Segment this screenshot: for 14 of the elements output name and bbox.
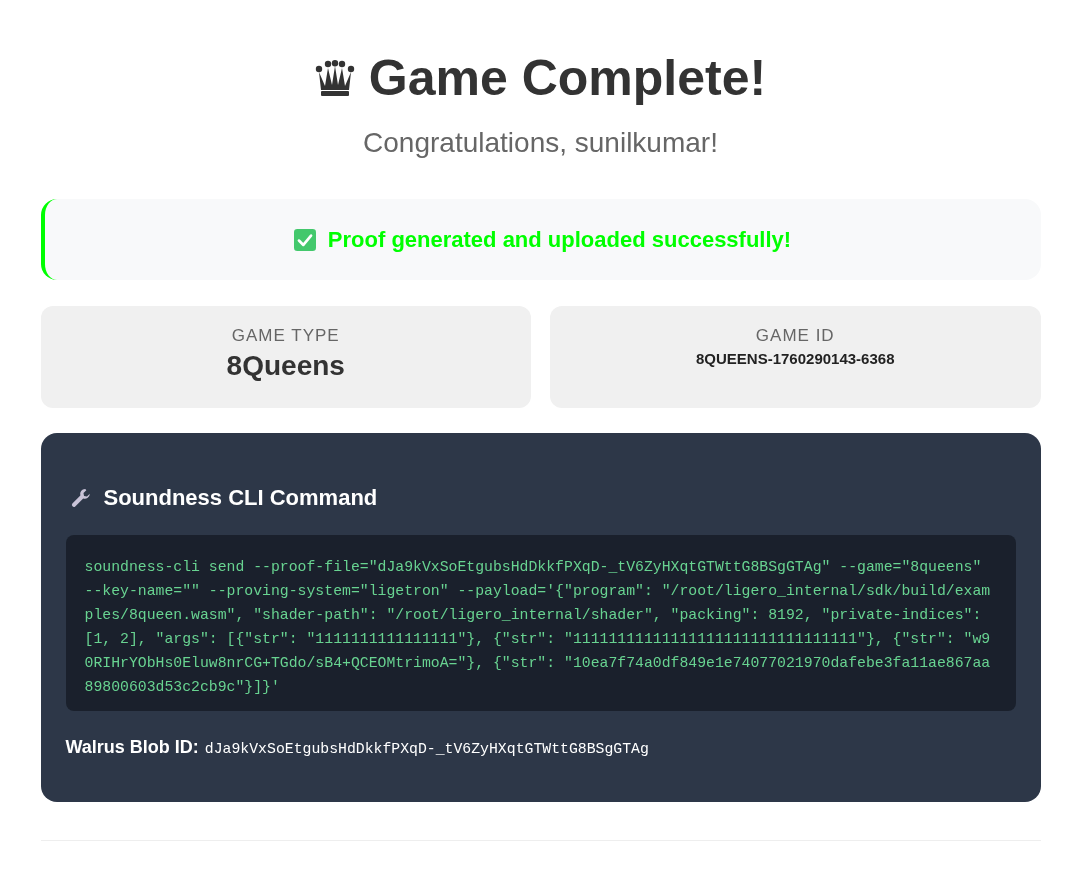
page-title: Game Complete! [368,49,767,107]
checkbox-icon [293,228,316,251]
status-message: Proof generated and uploaded successfully! [327,226,792,254]
wrench-icon [69,487,92,509]
command-code-block: soundness-cli send --proof-file="dJa9kVxSoEtgubsHdDkkfPXqD-_tV6ZyHXqtGTWttG8BSgGTAg" --game="8queens" --key-name="" --proving-system="ligetron" --payload='{"program": "/root/ligero_internal/sdk/build/examples/8queen.wasm", "shader-path": "/root/ligero_internal/shader", "packing": 8192, "private-indices": [1, 2], "args": [{"str": "1111111111111111"}, {"str": "11111111111111111111111111111111"}, {"str": "w90RIHrYObHs0Eluw8nrCG+TGdo/sB4+QCEOMtrimoA="}, {"str": "10ea7f74a0df849e1e74077021970dafebe3fa11ae867aa89800603d53c2cb9c"}]}' [65,535,1016,711]
info-label: GAME ID [754,326,836,346]
command-heading: Soundness CLI Command [103,484,378,512]
blob-id-label: Walrus Blob ID: [65,736,199,758]
crown-icon [314,60,355,96]
congratulations-subtitle: Congratulations, sunilkumar! [362,126,719,160]
blob-id-value: dJa9kVxSoEtgubsHdDkkfPXqD-_tV6ZyHXqtGTWttG8BSgGTAg [204,741,649,757]
info-value: 8QUEENS-1760290143-6368 [695,349,896,369]
info-label: GAME TYPE [230,326,341,346]
info-value: 8Queens [225,349,346,383]
